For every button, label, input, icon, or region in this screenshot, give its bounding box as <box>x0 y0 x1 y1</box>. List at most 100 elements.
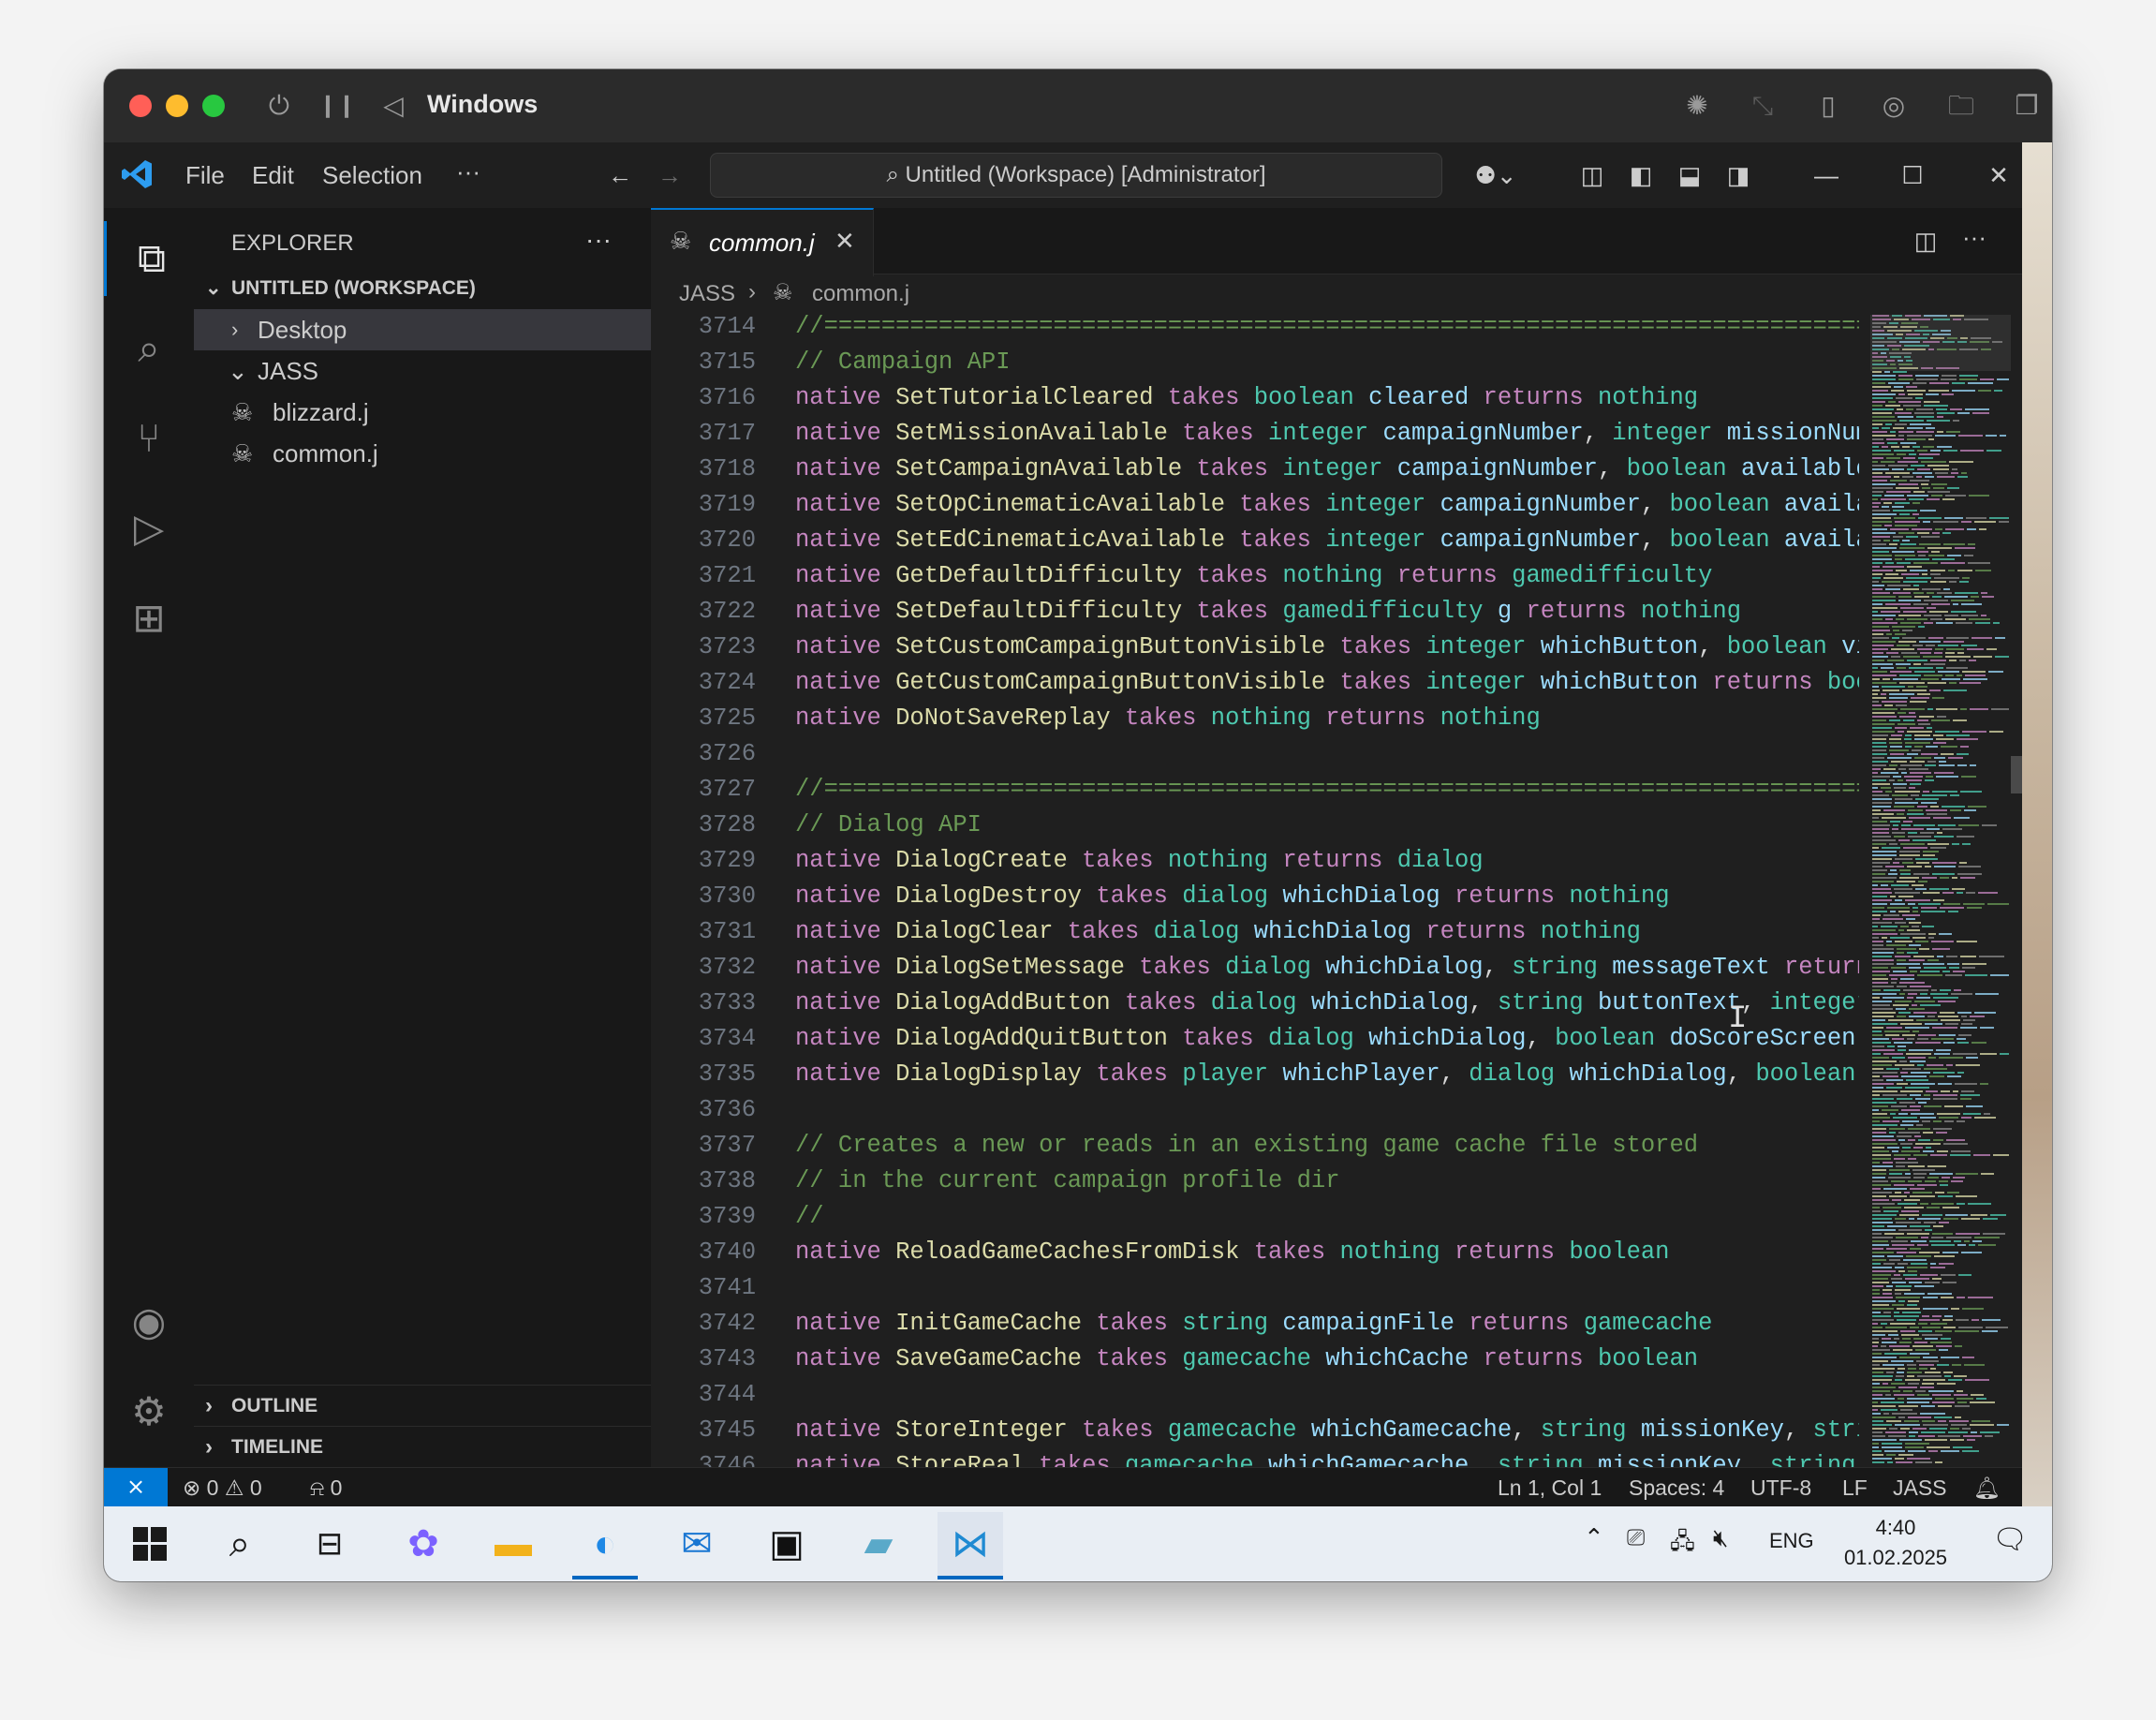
explorer-more-icon[interactable]: ··· <box>585 225 612 255</box>
power-icon[interactable]: ⏻ <box>259 86 299 126</box>
indentation[interactable]: Spaces: 4 <box>1629 1468 1724 1507</box>
input-language[interactable]: ENG <box>1769 1529 1814 1553</box>
extensions-icon[interactable]: ⊞ <box>104 581 194 656</box>
code-line[interactable]: 3718 native SetCampaignAvailable takes in… <box>651 452 1859 487</box>
code-line[interactable]: 3743 native SaveGameCache takes gamecache… <box>651 1342 1859 1377</box>
network-icon[interactable]: 🖧︎ <box>1670 1525 1695 1564</box>
source-control-icon[interactable]: ⑂ <box>104 401 194 476</box>
code-line[interactable]: 3734 native DialogAddQuitButton takes dia… <box>651 1021 1859 1057</box>
minimize-button[interactable]: — <box>1807 156 1846 195</box>
close-traffic-light[interactable] <box>129 95 152 117</box>
editor-more-icon[interactable]: ··· <box>1955 217 1994 257</box>
editor-scrollbar-thumb[interactable] <box>2011 756 2022 793</box>
remote-indicator-icon[interactable]: ⨯ <box>104 1468 168 1507</box>
menu-selection[interactable]: Selection <box>322 161 422 190</box>
code-line[interactable]: 3746 native StoreReal takes gamecache whi… <box>651 1448 1859 1467</box>
device-icon[interactable]: ⎚ <box>1627 1525 1645 1551</box>
account-icon[interactable]: ◉ <box>104 1284 194 1359</box>
code-line[interactable]: 3719 native SetOpCinematicAvailable takes… <box>651 487 1859 523</box>
tree-item-blizzard[interactable]: ☠ blizzard.j <box>194 392 651 433</box>
code-line[interactable]: 3745 native StoreInteger takes gamecache … <box>651 1413 1859 1448</box>
code-line[interactable]: 3728 // Dialog API <box>651 808 1859 843</box>
encoding[interactable]: UTF-8 <box>1750 1468 1811 1507</box>
customize-layout-icon[interactable]: ◫ <box>1573 156 1612 195</box>
clock-time[interactable]: 4:40 <box>1835 1516 1957 1540</box>
minimize-traffic-light[interactable] <box>166 95 188 117</box>
breadcrumb-folder[interactable]: JASS <box>679 281 735 307</box>
code-line[interactable]: 3740 native ReloadGameCachesFromDisk take… <box>651 1235 1859 1270</box>
code-view[interactable]: 3714 //==================================… <box>651 315 1859 1467</box>
code-line[interactable]: 3739 // <box>651 1199 1859 1235</box>
outline-section[interactable]: › OUTLINE <box>194 1385 651 1427</box>
code-line[interactable]: 3744 <box>651 1377 1859 1413</box>
tab-close-icon[interactable]: ✕ <box>834 227 855 256</box>
code-line[interactable]: 3735 native DialogDisplay takes player wh… <box>651 1057 1859 1092</box>
code-line[interactable]: 3726 <box>651 736 1859 772</box>
code-line[interactable]: 3738 // in the current campaign profile d… <box>651 1164 1859 1199</box>
code-line[interactable]: 3727 //==================================… <box>651 772 1859 808</box>
minimap[interactable] <box>1870 315 2011 1465</box>
clock-date[interactable]: 01.02.2025 <box>1835 1546 1957 1570</box>
resize-icon[interactable]: ⤡ <box>1743 86 1782 126</box>
split-editor-icon[interactable]: ◫ <box>1906 221 1945 260</box>
close-button[interactable]: ✕ <box>1979 156 2018 195</box>
menu-more[interactable]: ··· <box>456 157 480 186</box>
edge-icon[interactable]: ◐ <box>572 1512 638 1579</box>
vscode-icon[interactable]: ⋈ <box>938 1512 1003 1579</box>
search-icon[interactable]: ⌕ <box>207 1512 273 1576</box>
notepad-icon[interactable]: ▰ <box>846 1512 911 1576</box>
pause-icon[interactable]: ❙❙ <box>317 86 357 126</box>
tree-item-common[interactable]: ☠ common.j <box>194 433 651 474</box>
copilot-icon[interactable]: ✿ <box>391 1512 456 1576</box>
tab-common-j[interactable]: ☠ common.j ✕ <box>651 208 874 276</box>
notifications-bell-icon[interactable]: 🔔︎ <box>1973 1468 2001 1507</box>
toggle-panel-icon[interactable]: ⬓ <box>1670 156 1709 195</box>
usb-icon[interactable]: ▯ <box>1809 86 1848 126</box>
code-line[interactable]: 3723 native SetCustomCampaignButtonVisibl… <box>651 630 1859 665</box>
code-line[interactable]: 3720 native SetEdCinematicAvailable takes… <box>651 523 1859 558</box>
menu-edit[interactable]: Edit <box>252 161 294 190</box>
settings-gear-icon[interactable]: ⚙ <box>104 1374 194 1449</box>
code-line[interactable]: 3730 native DialogDestroy takes dialog wh… <box>651 879 1859 914</box>
code-line[interactable]: 3722 native SetDefaultDifficulty takes ga… <box>651 594 1859 630</box>
timeline-section[interactable]: › TIMELINE <box>194 1426 651 1468</box>
code-line[interactable]: 3724 native GetCustomCampaignButtonVisibl… <box>651 665 1859 701</box>
camera-icon[interactable]: ◎ <box>1874 86 1913 126</box>
tree-item-jass[interactable]: ⌄ JASS <box>194 350 651 392</box>
windows-icon[interactable]: ❐ <box>2007 86 2046 126</box>
cursor-position[interactable]: Ln 1, Col 1 <box>1498 1468 1602 1507</box>
code-line[interactable]: 3742 native InitGameCache takes string ca… <box>651 1306 1859 1342</box>
code-line[interactable]: 3736 <box>651 1092 1859 1128</box>
menu-file[interactable]: File <box>185 161 225 190</box>
back-icon[interactable]: ◁ <box>374 86 413 126</box>
brightness-icon[interactable]: ✺ <box>1677 86 1717 126</box>
run-debug-icon[interactable]: ▷ <box>104 491 194 566</box>
code-line[interactable]: 3733 native DialogAddButton takes dialog … <box>651 986 1859 1021</box>
maximize-button[interactable]: ☐ <box>1893 156 1932 195</box>
folder-icon[interactable]: 🗀 <box>1942 86 1981 126</box>
notification-center-icon[interactable]: 🗨︎ <box>1992 1523 2028 1556</box>
explorer-icon[interactable]: ⧉ <box>104 221 197 296</box>
file-explorer-icon[interactable]: ▬ <box>480 1512 546 1576</box>
ports-indicator[interactable]: ⍾ 0 <box>310 1468 342 1507</box>
search-icon[interactable]: ⌕ <box>104 311 194 386</box>
task-view-icon[interactable]: ⊟ <box>297 1512 362 1576</box>
copilot-icon[interactable]: ⚉⌄ <box>1468 156 1524 195</box>
toggle-secondary-sidebar-icon[interactable]: ◨ <box>1719 156 1758 195</box>
workspace-header[interactable]: ⌄ UNTITLED (WORKSPACE) <box>194 268 651 309</box>
code-line[interactable]: 3725 native DoNotSaveReplay takes nothing… <box>651 701 1859 736</box>
nav-forward-icon[interactable]: → <box>650 156 689 195</box>
command-center[interactable]: ⌕ Untitled (Workspace) [Administrator] <box>710 153 1442 198</box>
code-line[interactable]: 3732 native DialogSetMessage takes dialog… <box>651 950 1859 986</box>
code-line[interactable]: 3731 native DialogClear takes dialog whic… <box>651 914 1859 950</box>
language-mode[interactable]: JASS <box>1893 1468 1947 1507</box>
mail-icon[interactable]: ✉ <box>664 1512 730 1576</box>
code-line[interactable]: 3716 native SetTutorialCleared takes bool… <box>651 380 1859 416</box>
volume-muted-icon[interactable]: 🔇︎ <box>1713 1523 1728 1553</box>
code-line[interactable]: 3721 native GetDefaultDifficulty takes no… <box>651 558 1859 594</box>
code-line[interactable]: 3729 native DialogCreate takes nothing re… <box>651 843 1859 879</box>
chevron-up-icon[interactable]: ⌃ <box>1584 1523 1604 1552</box>
code-line[interactable]: 3717 native SetMissionAvailable takes int… <box>651 416 1859 452</box>
tree-item-desktop[interactable]: › Desktop <box>194 309 651 350</box>
breadcrumb-file[interactable]: common.j <box>812 281 909 307</box>
